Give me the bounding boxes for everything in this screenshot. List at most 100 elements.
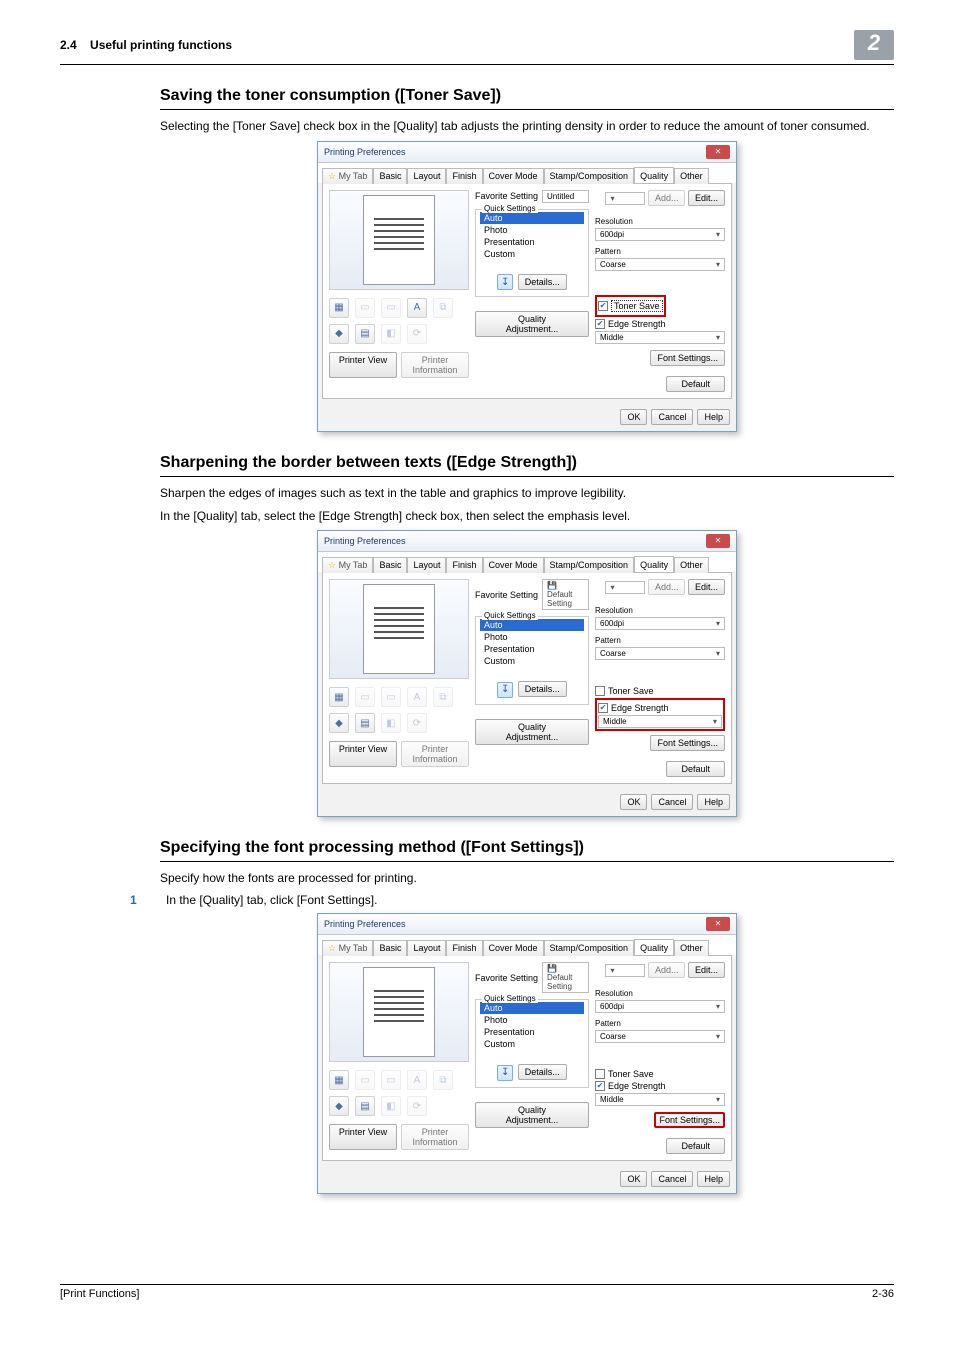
tab-basic[interactable]: Basic (373, 557, 407, 573)
edge-strength-check[interactable]: Edge Strength (595, 1081, 725, 1091)
pattern-select[interactable]: Coarse (595, 258, 725, 271)
page-icon[interactable]: ▤ (355, 1096, 375, 1116)
tab-other[interactable]: Other (674, 168, 709, 184)
close-icon[interactable]: ✕ (706, 917, 730, 931)
printer-view-button[interactable]: Printer View (329, 741, 397, 767)
fav-value[interactable]: 💾 Default Setting (542, 962, 589, 993)
toner-save-check[interactable]: Toner Save (595, 1069, 725, 1079)
default-button[interactable]: Default (666, 376, 725, 392)
cancel-button[interactable]: Cancel (651, 1171, 693, 1187)
tab-mytab[interactable]: My Tab (322, 557, 373, 573)
tab-basic[interactable]: Basic (373, 168, 407, 184)
resolution-select[interactable]: 600dpi (595, 228, 725, 241)
close-icon[interactable]: ✕ (706, 145, 730, 159)
palette-icon[interactable]: ◆ (329, 713, 349, 733)
quick-presentation[interactable]: Presentation (480, 643, 584, 655)
quick-photo[interactable]: Photo (480, 1014, 584, 1026)
help-button[interactable]: Help (697, 794, 730, 810)
edit-button[interactable]: Edit... (688, 190, 725, 206)
details-button[interactable]: Details... (518, 274, 567, 290)
edge-strength-select[interactable]: Middle (595, 1093, 725, 1106)
fav-dropdown[interactable] (605, 192, 645, 205)
down-arrow-icon[interactable]: ↧ (497, 1065, 513, 1081)
tab-layout[interactable]: Layout (407, 940, 446, 956)
pattern-select[interactable]: Coarse (595, 1030, 725, 1043)
edge-strength-check[interactable]: Edge Strength (598, 703, 722, 713)
tab-other[interactable]: Other (674, 940, 709, 956)
tab-quality[interactable]: Quality (634, 939, 674, 955)
printer-view-button[interactable]: Printer View (329, 352, 397, 378)
help-button[interactable]: Help (697, 409, 730, 425)
edit-button[interactable]: Edit... (688, 962, 725, 978)
help-button[interactable]: Help (697, 1171, 730, 1187)
ok-button[interactable]: OK (620, 1171, 647, 1187)
details-button[interactable]: Details... (518, 681, 567, 697)
a-icon[interactable]: A (407, 298, 427, 318)
tab-stamp[interactable]: Stamp/Composition (544, 168, 635, 184)
ok-button[interactable]: OK (620, 794, 647, 810)
quick-list[interactable]: Auto Photo Presentation Custom (480, 212, 584, 260)
tab-cover[interactable]: Cover Mode (483, 557, 544, 573)
quality-adjust-button[interactable]: Quality Adjustment... (475, 311, 589, 337)
quick-custom[interactable]: Custom (480, 655, 584, 667)
ok-button[interactable]: OK (620, 409, 647, 425)
down-arrow-icon[interactable]: ↧ (497, 274, 513, 290)
cancel-button[interactable]: Cancel (651, 409, 693, 425)
frameset-icon[interactable]: ▦ (329, 1070, 349, 1090)
edge-strength-check[interactable]: Edge Strength (595, 319, 725, 329)
quality-adjust-button[interactable]: Quality Adjustment... (475, 1102, 589, 1128)
tab-finish[interactable]: Finish (446, 557, 482, 573)
tab-finish[interactable]: Finish (446, 940, 482, 956)
tab-other[interactable]: Other (674, 557, 709, 573)
quick-photo[interactable]: Photo (480, 631, 584, 643)
palette-icon[interactable]: ◆ (329, 1096, 349, 1116)
tab-cover[interactable]: Cover Mode (483, 168, 544, 184)
tab-basic[interactable]: Basic (373, 940, 407, 956)
quick-auto[interactable]: Auto (480, 212, 584, 224)
tab-stamp[interactable]: Stamp/Composition (544, 557, 635, 573)
quick-presentation[interactable]: Presentation (480, 236, 584, 248)
toner-save-check[interactable]: Toner Save (595, 686, 725, 696)
fav-dropdown[interactable] (605, 581, 645, 594)
edge-strength-select[interactable]: Middle (598, 715, 722, 728)
font-settings-button[interactable]: Font Settings... (650, 735, 725, 751)
palette-icon[interactable]: ◆ (329, 324, 349, 344)
tab-quality[interactable]: Quality (634, 167, 674, 183)
resolution-select[interactable]: 600dpi (595, 1000, 725, 1013)
tab-mytab[interactable]: My Tab (322, 940, 373, 956)
tab-stamp[interactable]: Stamp/Composition (544, 940, 635, 956)
toner-save-check[interactable]: Toner Save (598, 300, 663, 312)
default-button[interactable]: Default (666, 761, 725, 777)
quick-custom[interactable]: Custom (480, 1038, 584, 1050)
font-settings-button[interactable]: Font Settings... (650, 350, 725, 366)
quick-photo[interactable]: Photo (480, 224, 584, 236)
tab-quality[interactable]: Quality (634, 556, 674, 572)
cancel-button[interactable]: Cancel (651, 794, 693, 810)
page-icon[interactable]: ▤ (355, 713, 375, 733)
quick-list[interactable]: Auto Photo Presentation Custom (480, 1002, 584, 1050)
close-icon[interactable]: ✕ (706, 534, 730, 548)
page-icon[interactable]: ▤ (355, 324, 375, 344)
quick-list[interactable]: Auto Photo Presentation Custom (480, 619, 584, 667)
fav-value[interactable]: 💾 Default Setting (542, 579, 589, 610)
down-arrow-icon[interactable]: ↧ (497, 682, 513, 698)
resolution-select[interactable]: 600dpi (595, 617, 725, 630)
pattern-select[interactable]: Coarse (595, 647, 725, 660)
details-button[interactable]: Details... (518, 1064, 567, 1080)
printer-view-button[interactable]: Printer View (329, 1124, 397, 1150)
fav-dropdown[interactable] (605, 964, 645, 977)
tab-cover[interactable]: Cover Mode (483, 940, 544, 956)
frameset-icon[interactable]: ▦ (329, 298, 349, 318)
quick-custom[interactable]: Custom (480, 248, 584, 260)
edit-button[interactable]: Edit... (688, 579, 725, 595)
tab-mytab[interactable]: My Tab (322, 168, 373, 184)
quick-presentation[interactable]: Presentation (480, 1026, 584, 1038)
frameset-icon[interactable]: ▦ (329, 687, 349, 707)
fav-value[interactable]: Untitled (542, 190, 589, 203)
tab-layout[interactable]: Layout (407, 168, 446, 184)
quick-auto[interactable]: Auto (480, 619, 584, 631)
quality-adjust-button[interactable]: Quality Adjustment... (475, 719, 589, 745)
quick-auto[interactable]: Auto (480, 1002, 584, 1014)
font-settings-button[interactable]: Font Settings... (654, 1112, 725, 1128)
default-button[interactable]: Default (666, 1138, 725, 1154)
